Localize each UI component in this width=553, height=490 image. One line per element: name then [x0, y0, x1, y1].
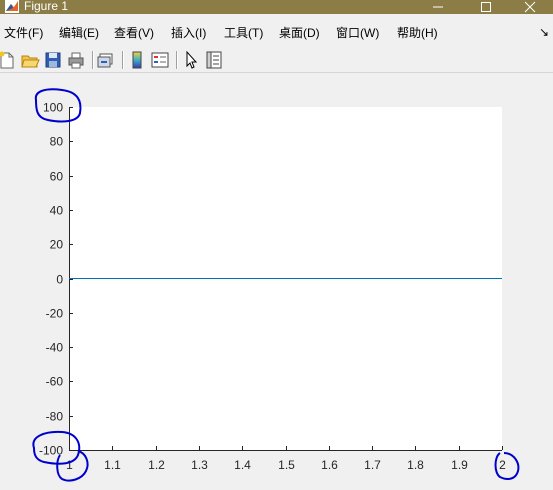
window-title: Figure 1	[24, 0, 69, 13]
new-figure-icon[interactable]	[0, 50, 17, 70]
menu-window[interactable]: 窗口(W)	[336, 26, 379, 40]
y-tick-label: 100	[43, 101, 63, 115]
y-tick-label: 80	[50, 135, 64, 149]
y-tick-label: 40	[50, 204, 64, 218]
x-tick-label: 1.6	[321, 458, 338, 472]
save-icon[interactable]	[43, 50, 63, 70]
y-tick-label: -60	[46, 375, 64, 389]
minimize-button[interactable]	[415, 0, 461, 14]
y-tick-label: 60	[50, 170, 64, 184]
arrow-icon[interactable]: ↘	[539, 25, 549, 39]
link-plot-icon[interactable]	[96, 50, 116, 70]
x-tick-label: 1.2	[148, 458, 165, 472]
toolbar-separator	[92, 51, 94, 69]
menu-insert[interactable]: 插入(I)	[171, 26, 206, 40]
y-tick-label: 20	[50, 238, 64, 252]
edit-plot-icon[interactable]	[181, 50, 201, 70]
toolbar-separator	[176, 51, 178, 69]
y-tick-label: -40	[46, 341, 64, 355]
close-icon	[524, 1, 536, 13]
y-axis: -100-80-60-40-20020406080100	[39, 101, 73, 458]
menu-edit[interactable]: 编辑(E)	[59, 26, 99, 40]
insert-legend-icon[interactable]	[150, 50, 170, 70]
minimize-icon	[433, 6, 443, 8]
x-tick-label: 1.3	[191, 458, 208, 472]
maximize-icon	[481, 2, 491, 12]
y-tick-label: 0	[56, 273, 63, 287]
x-tick-label: 1.8	[407, 458, 424, 472]
menu-help[interactable]: 帮助(H)	[397, 26, 438, 40]
x-tick-label: 1.4	[234, 458, 251, 472]
menu-desktop[interactable]: 桌面(D)	[279, 26, 320, 40]
insert-colorbar-icon[interactable]	[127, 50, 147, 70]
open-file-icon[interactable]	[20, 50, 40, 70]
close-button[interactable]	[507, 0, 553, 14]
title-bar: Figure 1	[0, 0, 553, 14]
menu-tools[interactable]: 工具(T)	[224, 26, 263, 40]
maximize-button[interactable]	[463, 0, 509, 14]
line-chart[interactable]: -100-80-60-40-20020406080100 1 1.1 1.2 1.3 1…	[0, 73, 553, 490]
figure-canvas: -100 -80 -60 -40 -20 0 20 40 60 80 100 1 1.1 1.2 1.3 1…	[0, 73, 553, 490]
menu-file[interactable]: 文件(F)	[4, 26, 43, 40]
figure-toolbar	[0, 48, 553, 73]
x-tick-label: 2	[499, 458, 506, 472]
x-tick-label: 1.1	[104, 458, 121, 472]
y-tick-label: -20	[46, 307, 64, 321]
menu-bar: 文件(F) 编辑(E) 查看(V) 插入(I) 工具(T) 桌面(D) 窗口(W…	[0, 22, 553, 44]
y-tick-label: -80	[46, 410, 64, 424]
toolbar-separator	[122, 51, 124, 69]
x-tick-label: 1.7	[364, 458, 381, 472]
property-inspector-icon[interactable]	[204, 50, 224, 70]
x-tick-label: 1.5	[278, 458, 295, 472]
print-icon[interactable]	[66, 50, 86, 70]
matlab-logo-icon	[5, 0, 19, 13]
x-tick-label: 1.9	[451, 458, 468, 472]
menu-view[interactable]: 查看(V)	[114, 26, 154, 40]
